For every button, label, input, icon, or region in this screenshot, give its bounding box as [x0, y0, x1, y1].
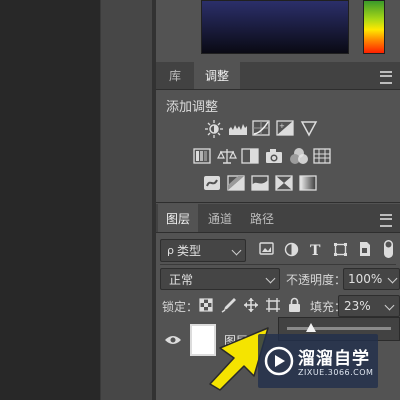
adjustments-tabbar: 库 调整 — [156, 62, 400, 90]
smart-object-filter-icon[interactable] — [360, 242, 370, 256]
tab-paths[interactable]: 路径 — [242, 204, 282, 232]
adjustments-title: 添加调整 — [166, 100, 219, 115]
tab-library[interactable]: 库 — [158, 62, 192, 89]
adjustment-icons-row2 — [193, 148, 331, 164]
fill-slider-thumb[interactable] — [305, 323, 316, 332]
gradient-map-icon[interactable] — [299, 175, 317, 191]
hue-slider[interactable] — [363, 0, 385, 54]
blend-mode-select[interactable]: 正常 — [160, 268, 280, 290]
watermark-logo-icon — [264, 346, 294, 376]
chevron-down-icon — [387, 273, 398, 284]
panel-menu-icon[interactable] — [380, 71, 392, 84]
type-filter-icon[interactable]: T — [310, 243, 321, 259]
chevron-down-icon — [231, 245, 242, 255]
black-white-icon[interactable] — [241, 148, 259, 164]
layers-menu-icon[interactable] — [380, 214, 392, 227]
opacity-value: 100% — [348, 272, 383, 286]
canvas-area[interactable] — [0, 0, 100, 400]
watermark-url: ZIXUE.3066.COM — [298, 368, 374, 377]
lock-transparent-pixels-icon[interactable] — [199, 298, 213, 312]
lock-position-icon[interactable] — [244, 298, 258, 312]
filter-kind-label: 类型 — [176, 244, 201, 258]
invert-icon[interactable] — [204, 176, 220, 190]
filter-toggle-icon[interactable] — [384, 240, 393, 258]
tab-layers[interactable]: 图层 — [158, 204, 198, 232]
lock-label: 锁定： — [162, 300, 199, 314]
fill-value: 23% — [344, 299, 371, 313]
watermark-name: 溜溜自学 — [298, 349, 370, 369]
levels-icon[interactable] — [229, 124, 247, 135]
adjustment-icons-row3 — [204, 175, 317, 191]
vibrance-icon[interactable] — [300, 121, 318, 137]
hue-saturation-icon[interactable] — [193, 148, 211, 164]
fill-slider-track[interactable] — [287, 327, 391, 330]
eye-icon[interactable] — [165, 334, 181, 346]
lock-image-pixels-icon[interactable] — [221, 298, 236, 313]
chevron-down-icon — [384, 300, 395, 311]
exposure-icon[interactable]: + — [276, 120, 294, 136]
brightness-contrast-icon[interactable] — [205, 120, 223, 138]
shape-filter-icon[interactable] — [334, 243, 347, 256]
pixel-filter-icon[interactable] — [259, 242, 274, 255]
adjustment-icons-row1: + — [205, 120, 318, 138]
tab-channels[interactable]: 通道 — [200, 204, 240, 232]
adjustment-filter-icon[interactable] — [284, 242, 299, 257]
opacity-input[interactable]: 100% — [343, 268, 400, 290]
curves-icon[interactable] — [252, 120, 270, 136]
lock-all-icon[interactable] — [289, 297, 300, 313]
fill-input[interactable]: 23% — [338, 295, 400, 317]
filter-search-icon: ρ — [167, 244, 174, 257]
layer-filter-icons: T — [259, 240, 393, 259]
opacity-label: 不透明度： — [286, 273, 347, 287]
posterize-icon[interactable] — [227, 175, 245, 191]
panel-separator — [156, 202, 400, 203]
svg-text:T: T — [310, 243, 321, 259]
photo-filter-icon[interactable] — [266, 149, 282, 163]
chevron-down-icon — [265, 273, 276, 284]
color-field[interactable] — [201, 0, 349, 54]
selective-color-icon[interactable] — [275, 175, 293, 191]
layer-filter-select[interactable]: ρ 类型 — [160, 239, 246, 262]
svg-text:+: + — [279, 122, 285, 130]
canvas-gutter — [100, 0, 153, 400]
layers-separator — [160, 264, 396, 265]
color-balance-icon[interactable] — [217, 149, 237, 164]
blend-mode-value: 正常 — [169, 272, 194, 287]
lock-artboard-icon[interactable] — [266, 298, 280, 312]
watermark: 溜溜自学 ZIXUE.3066.COM — [258, 334, 378, 388]
threshold-icon[interactable] — [251, 175, 269, 191]
channel-mixer-icon[interactable] — [290, 148, 308, 164]
color-lookup-icon[interactable] — [313, 148, 331, 164]
layers-tabbar: 图层 通道 路径 — [156, 204, 400, 233]
tab-adjustments[interactable]: 调整 — [194, 62, 240, 89]
lock-icons — [199, 297, 300, 313]
